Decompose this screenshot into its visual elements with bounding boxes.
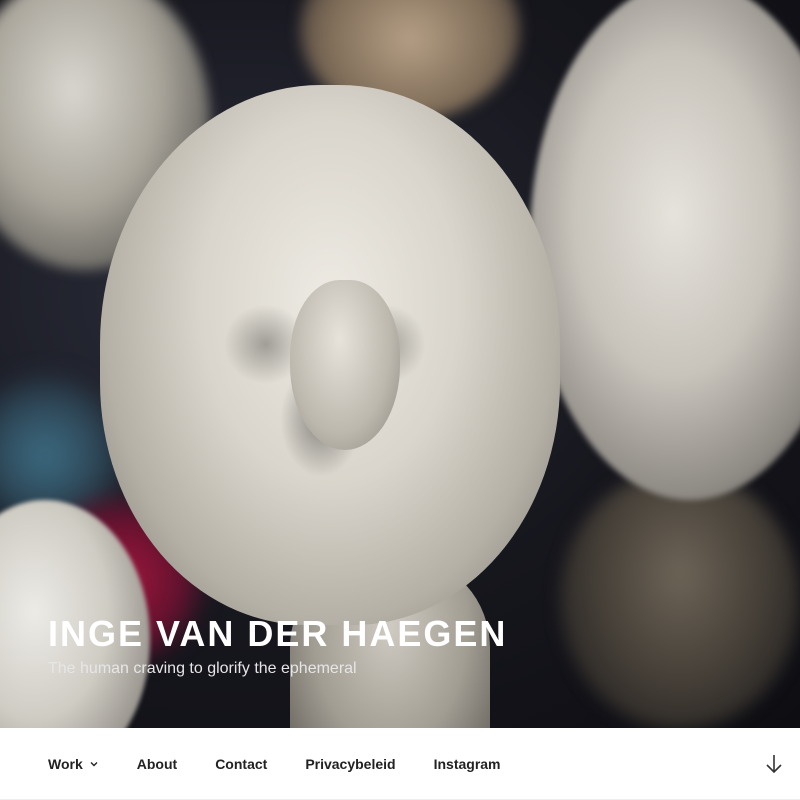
- menu-item-instagram[interactable]: Instagram: [434, 756, 501, 772]
- arrow-down-icon[interactable]: [762, 752, 786, 776]
- chevron-down-icon: [90, 762, 98, 767]
- menu-item-contact[interactable]: Contact: [215, 756, 267, 772]
- site-title[interactable]: INGE VAN DER HAEGEN: [48, 612, 507, 656]
- menu-item-label: About: [136, 756, 178, 772]
- menu-item-label: Instagram: [433, 756, 501, 772]
- header-image: INGE VAN DER HAEGEN The human craving to…: [0, 0, 800, 728]
- site-description: The human craving to glorify the ephemer…: [48, 660, 357, 677]
- menu-item-label: Work: [48, 756, 83, 772]
- sculpture-nose: [290, 280, 400, 450]
- menu-item-label: Privacybeleid: [305, 756, 396, 772]
- menu: Work About Contact Privacybeleid Instagr…: [48, 728, 539, 800]
- menu-item-about[interactable]: About: [137, 756, 177, 772]
- site-branding: INGE VAN DER HAEGEN The human craving to…: [48, 612, 507, 680]
- menu-item-work[interactable]: Work: [48, 756, 99, 772]
- background-sculpture-bottom-right: [560, 470, 800, 728]
- sculpture-head-right: [530, 0, 800, 500]
- menu-item-label: Contact: [215, 756, 268, 772]
- main-navigation: Work About Contact Privacybeleid Instagr…: [0, 728, 800, 800]
- menu-item-privacybeleid[interactable]: Privacybeleid: [305, 756, 395, 772]
